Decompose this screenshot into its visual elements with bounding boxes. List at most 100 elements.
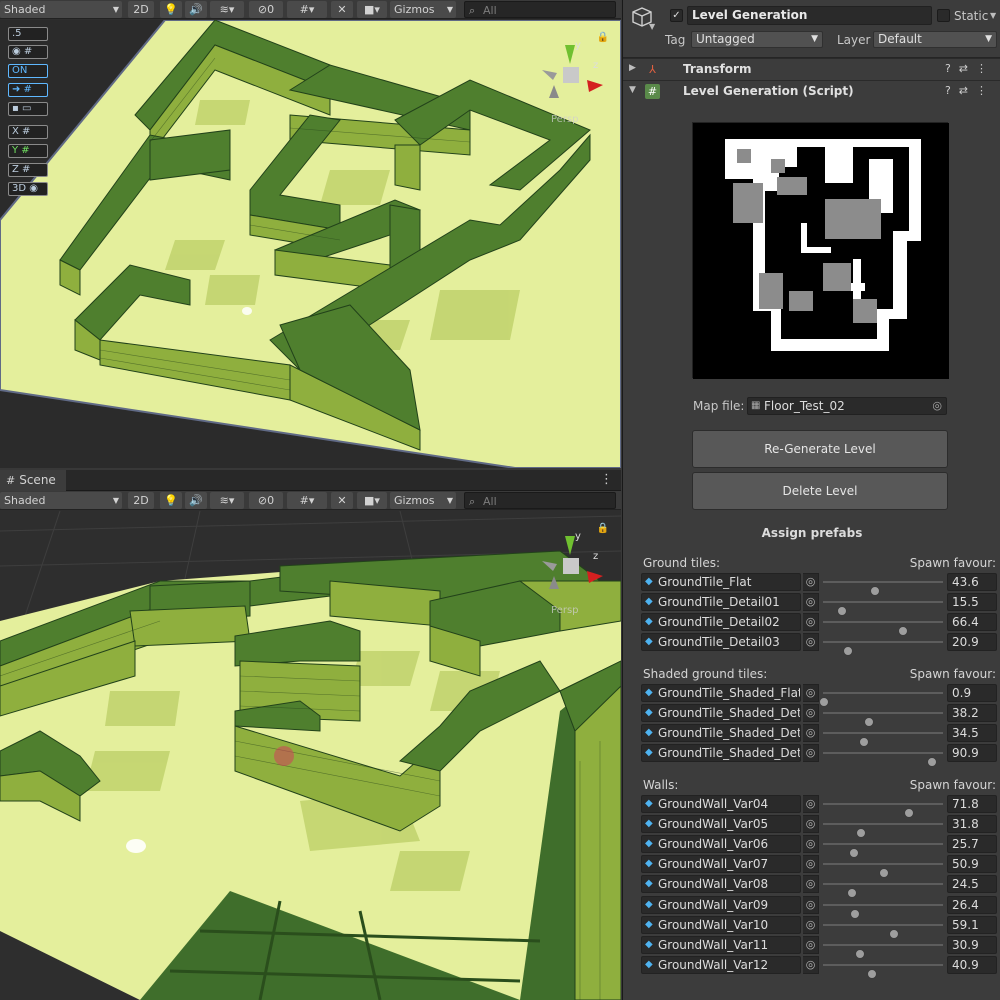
gizmos-dropdown[interactable]: Gizmos ▼ [390, 1, 456, 18]
effects-dropdown[interactable]: ≋▾ [210, 492, 244, 509]
component-actions[interactable]: ?⇄⋮ [945, 84, 995, 97]
slider-handle[interactable] [867, 968, 878, 979]
spawn-favour-value[interactable]: 31.8 [947, 815, 997, 834]
prefab-field[interactable]: ◆ GroundWall_Var05 [641, 815, 801, 834]
object-picker-icon[interactable]: ◎ [803, 704, 819, 723]
spawn-favour-value[interactable]: 20.9 [947, 633, 997, 652]
spawn-favour-slider[interactable] [823, 621, 943, 637]
audio-toggle[interactable]: 🔊 [185, 1, 207, 18]
object-picker-icon[interactable]: ◎ [803, 955, 819, 974]
spawn-favour-slider[interactable] [823, 732, 943, 748]
lock-overlay-toggle[interactable]: ▪ ▭ [8, 102, 48, 116]
spawn-favour-slider[interactable] [823, 803, 943, 818]
object-picker-icon[interactable]: ◎ [803, 633, 819, 652]
object-picker-icon[interactable]: ◎ [803, 684, 819, 702]
tag-dropdown[interactable]: Untagged ▼ [691, 31, 823, 48]
spawn-favour-value[interactable]: 25.7 [947, 835, 997, 854]
prefab-field[interactable]: ◆ GroundWall_Var10 [641, 915, 801, 934]
axis-x-toggle[interactable]: X # [8, 125, 48, 139]
chevron-down-icon[interactable]: ▼ [990, 11, 996, 20]
spawn-favour-slider[interactable] [823, 883, 943, 899]
prefab-field[interactable]: ◆ GroundTile_Shaded_Flat [641, 684, 801, 702]
prefab-field[interactable]: ◆ GroundWall_Var08 [641, 875, 801, 894]
object-picker-icon[interactable]: ◎ [803, 573, 819, 591]
projection-label[interactable]: Persp [551, 605, 579, 616]
script-component-header[interactable]: ▼ # Level Generation (Script) ?⇄⋮ [623, 80, 1000, 102]
spawn-favour-slider[interactable] [823, 903, 943, 919]
object-picker-icon[interactable]: ◎ [803, 935, 819, 954]
spawn-favour-slider[interactable] [823, 863, 943, 879]
object-picker-icon[interactable]: ◎ [803, 593, 819, 612]
orientation-gizmo[interactable]: y z [537, 531, 607, 611]
mode-3d-toggle[interactable]: 3D ◉ [8, 182, 48, 196]
spawn-favour-value[interactable]: 34.5 [947, 724, 997, 743]
spawn-favour-value[interactable]: 30.9 [947, 935, 997, 954]
scene-viewport-bottom[interactable]: 🔒 y z Persp [0, 511, 621, 1000]
spawn-favour-slider[interactable] [823, 963, 943, 979]
prefab-field[interactable]: ◆ GroundTile_Flat [641, 573, 801, 591]
spawn-favour-slider[interactable] [823, 943, 943, 959]
regenerate-level-button[interactable]: Re-Generate Level [692, 430, 948, 468]
prefab-field[interactable]: ◆ GroundWall_Var09 [641, 895, 801, 914]
transform-component-header[interactable]: ▶ ⅄ Transform ?⇄⋮ [623, 58, 1000, 80]
toggle-2d-button[interactable]: 2D [128, 492, 154, 509]
camera-dropdown[interactable]: ■▾ [357, 492, 387, 509]
object-picker-icon[interactable]: ◎ [803, 835, 819, 854]
spawn-favour-slider[interactable] [823, 843, 943, 859]
object-picker-icon[interactable]: ◎ [803, 875, 819, 894]
spawn-favour-value[interactable]: 50.9 [947, 855, 997, 874]
spawn-favour-value[interactable]: 26.4 [947, 895, 997, 914]
object-picker-icon[interactable]: ◎ [803, 613, 819, 632]
grid-dropdown[interactable]: #▾ [287, 1, 327, 18]
spawn-favour-slider[interactable] [823, 823, 943, 839]
object-picker-icon[interactable]: ◎ [803, 855, 819, 874]
active-checkbox[interactable]: ✓ [670, 9, 683, 22]
grid-snap-toggle[interactable]: ON [8, 64, 48, 78]
scene-view-top[interactable]: Shaded ▼ 2D 💡 🔊 ≋▾ ⊘0 #▾ ✕ ■▾ Gizmos ▼ ⌕ Al… [0, 0, 621, 468]
object-picker-icon[interactable]: ◎ [803, 744, 819, 763]
gizmos-dropdown[interactable]: Gizmos ▼ [390, 492, 456, 509]
object-picker-icon[interactable]: ◎ [803, 795, 819, 813]
lighting-toggle[interactable]: 💡 [160, 1, 182, 18]
spawn-favour-value[interactable]: 90.9 [947, 744, 997, 763]
effects-dropdown[interactable]: ≋▾ [210, 1, 244, 18]
object-picker-icon[interactable]: ◎ [803, 915, 819, 934]
prefab-field[interactable]: ◆ GroundWall_Var12 [641, 955, 801, 974]
object-picker-icon[interactable]: ◎ [803, 724, 819, 743]
toggle-2d-button[interactable]: 2D [128, 1, 154, 18]
hidden-objects-toggle[interactable]: ⊘0 [249, 1, 283, 18]
move-snap-toggle[interactable]: ➜ # [8, 83, 48, 97]
axis-y-toggle[interactable]: Y # [8, 144, 48, 158]
slider-handle[interactable] [927, 757, 938, 768]
object-picker-icon[interactable]: ◎ [932, 398, 942, 414]
map-file-field[interactable]: ▦ Floor_Test_02 ◎ [747, 397, 947, 415]
spawn-favour-slider[interactable] [823, 752, 943, 768]
prefab-field[interactable]: ◆ GroundTile_Detail01 [641, 593, 801, 612]
orientation-gizmo[interactable]: y z [537, 40, 607, 120]
object-picker-icon[interactable]: ◎ [803, 895, 819, 914]
layer-dropdown[interactable]: Default ▼ [873, 31, 997, 48]
spawn-favour-value[interactable]: 38.2 [947, 704, 997, 723]
visibility-toggle[interactable]: ◉ # [8, 45, 48, 59]
spawn-favour-slider[interactable] [823, 712, 943, 728]
scene-search-input[interactable]: ⌕ All [464, 492, 616, 509]
scene-view-bottom[interactable]: # Scene ⋮ Shaded ▼ 2D 💡 🔊 ≋▾ ⊘0 #▾ ✕ ■▾ Gi… [0, 470, 621, 1000]
spawn-favour-value[interactable]: 59.1 [947, 915, 997, 934]
component-actions[interactable]: ?⇄⋮ [945, 62, 995, 75]
shading-mode-dropdown[interactable]: Shaded ▼ [0, 492, 122, 509]
spawn-favour-value[interactable]: 43.6 [947, 573, 997, 591]
prefab-field[interactable]: ◆ GroundTile_Shaded_Detai [641, 744, 801, 763]
spawn-favour-slider[interactable] [823, 581, 943, 596]
audio-toggle[interactable]: 🔊 [185, 492, 207, 509]
prefab-field[interactable]: ◆ GroundTile_Detail03 [641, 633, 801, 652]
tools-button[interactable]: ✕ [331, 492, 353, 509]
shading-mode-dropdown[interactable]: Shaded ▼ [0, 1, 122, 18]
spawn-favour-slider[interactable] [823, 641, 943, 657]
spawn-favour-slider[interactable] [819, 692, 943, 707]
spawn-favour-value[interactable]: 24.5 [947, 875, 997, 894]
scene-search-input[interactable]: ⌕ All [464, 1, 616, 18]
prefab-field[interactable]: ◆ GroundWall_Var11 [641, 935, 801, 954]
scene-viewport-top[interactable]: 🔒 y z Persp .5 ◉ # ON ➜ # ▪ ▭ X # Y # Z … [0, 20, 621, 468]
spawn-favour-value[interactable]: 71.8 [947, 795, 997, 813]
chevron-down-icon[interactable]: ▼ [649, 22, 655, 31]
